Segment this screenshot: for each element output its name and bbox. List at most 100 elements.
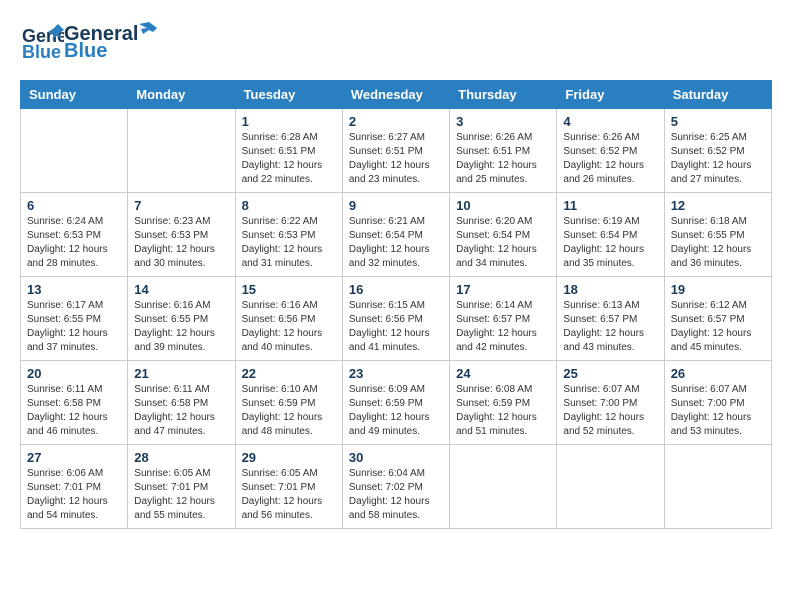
day-info: Sunrise: 6:10 AM Sunset: 6:59 PM Dayligh…	[242, 383, 336, 439]
day-info: Sunrise: 6:05 AM Sunset: 7:01 PM Dayligh…	[134, 467, 228, 523]
calendar-cell: 1 Sunrise: 6:28 AM Sunset: 6:51 PM Daylig…	[235, 109, 342, 193]
calendar-cell: 29 Sunrise: 6:05 AM Sunset: 7:01 PM Dayli…	[235, 445, 342, 529]
calendar-cell: 25 Sunrise: 6:07 AM Sunset: 7:00 PM Dayli…	[557, 361, 664, 445]
day-number: 23	[349, 366, 443, 381]
day-number: 3	[456, 114, 550, 129]
calendar-header: SundayMondayTuesdayWednesdayThursdayFrid…	[21, 81, 772, 109]
calendar-cell: 3 Sunrise: 6:26 AM Sunset: 6:51 PM Daylig…	[450, 109, 557, 193]
day-info: Sunrise: 6:06 AM Sunset: 7:01 PM Dayligh…	[27, 467, 121, 523]
day-info: Sunrise: 6:28 AM Sunset: 6:51 PM Dayligh…	[242, 131, 336, 187]
weekday-header-sunday: Sunday	[21, 81, 128, 109]
calendar-cell: 27 Sunrise: 6:06 AM Sunset: 7:01 PM Dayli…	[21, 445, 128, 529]
day-number: 18	[563, 282, 657, 297]
calendar-cell: 14 Sunrise: 6:16 AM Sunset: 6:55 PM Dayli…	[128, 277, 235, 361]
day-number: 1	[242, 114, 336, 129]
calendar-cell: 19 Sunrise: 6:12 AM Sunset: 6:57 PM Dayli…	[664, 277, 771, 361]
calendar-cell: 17 Sunrise: 6:14 AM Sunset: 6:57 PM Dayli…	[450, 277, 557, 361]
day-info: Sunrise: 6:25 AM Sunset: 6:52 PM Dayligh…	[671, 131, 765, 187]
day-number: 10	[456, 198, 550, 213]
weekday-header-friday: Friday	[557, 81, 664, 109]
day-number: 4	[563, 114, 657, 129]
day-number: 19	[671, 282, 765, 297]
calendar-cell: 20 Sunrise: 6:11 AM Sunset: 6:58 PM Dayli…	[21, 361, 128, 445]
logo: General Blue General Blue	[20, 20, 159, 64]
calendar-cell: 4Sunrise: 6:26 AM Sunset: 6:52 PM Daylig…	[557, 109, 664, 193]
day-number: 13	[27, 282, 121, 297]
day-number: 28	[134, 450, 228, 465]
day-number: 15	[242, 282, 336, 297]
day-number: 25	[563, 366, 657, 381]
day-info: Sunrise: 6:07 AM Sunset: 7:00 PM Dayligh…	[671, 383, 765, 439]
day-info: Sunrise: 6:16 AM Sunset: 6:56 PM Dayligh…	[242, 299, 336, 355]
day-info: Sunrise: 6:11 AM Sunset: 6:58 PM Dayligh…	[134, 383, 228, 439]
day-number: 9	[349, 198, 443, 213]
day-info: Sunrise: 6:21 AM Sunset: 6:54 PM Dayligh…	[349, 215, 443, 271]
day-number: 20	[27, 366, 121, 381]
weekday-header-wednesday: Wednesday	[342, 81, 449, 109]
calendar-cell: 5 Sunrise: 6:25 AM Sunset: 6:52 PM Daylig…	[664, 109, 771, 193]
calendar-cell: 23 Sunrise: 6:09 AM Sunset: 6:59 PM Dayli…	[342, 361, 449, 445]
calendar-cell: 22 Sunrise: 6:10 AM Sunset: 6:59 PM Dayli…	[235, 361, 342, 445]
calendar-cell	[21, 109, 128, 193]
day-info: Sunrise: 6:07 AM Sunset: 7:00 PM Dayligh…	[563, 383, 657, 439]
logo-text-blue: Blue	[64, 40, 159, 63]
calendar-week-1: 6 Sunrise: 6:24 AM Sunset: 6:53 PM Daylig…	[21, 193, 772, 277]
calendar-cell: 21 Sunrise: 6:11 AM Sunset: 6:58 PM Dayli…	[128, 361, 235, 445]
day-info: Sunrise: 6:26 AM Sunset: 6:51 PM Dayligh…	[456, 131, 550, 187]
weekday-header-thursday: Thursday	[450, 81, 557, 109]
day-info: Sunrise: 6:13 AM Sunset: 6:57 PM Dayligh…	[563, 299, 657, 355]
day-number: 6	[27, 198, 121, 213]
day-number: 26	[671, 366, 765, 381]
calendar-cell: 18 Sunrise: 6:13 AM Sunset: 6:57 PM Dayli…	[557, 277, 664, 361]
calendar-cell: 6 Sunrise: 6:24 AM Sunset: 6:53 PM Daylig…	[21, 193, 128, 277]
day-number: 24	[456, 366, 550, 381]
day-number: 22	[242, 366, 336, 381]
day-info: Sunrise: 6:04 AM Sunset: 7:02 PM Dayligh…	[349, 467, 443, 523]
day-number: 8	[242, 198, 336, 213]
calendar-week-4: 27 Sunrise: 6:06 AM Sunset: 7:01 PM Dayli…	[21, 445, 772, 529]
day-info: Sunrise: 6:14 AM Sunset: 6:57 PM Dayligh…	[456, 299, 550, 355]
calendar-cell: 11Sunrise: 6:19 AM Sunset: 6:54 PM Dayli…	[557, 193, 664, 277]
calendar-week-3: 20 Sunrise: 6:11 AM Sunset: 6:58 PM Dayli…	[21, 361, 772, 445]
day-info: Sunrise: 6:24 AM Sunset: 6:53 PM Dayligh…	[27, 215, 121, 271]
day-number: 30	[349, 450, 443, 465]
calendar-cell: 7 Sunrise: 6:23 AM Sunset: 6:53 PM Daylig…	[128, 193, 235, 277]
calendar-cell	[664, 445, 771, 529]
day-info: Sunrise: 6:15 AM Sunset: 6:56 PM Dayligh…	[349, 299, 443, 355]
calendar-cell: 30 Sunrise: 6:04 AM Sunset: 7:02 PM Dayli…	[342, 445, 449, 529]
logo-bird-icon	[139, 22, 159, 40]
weekday-header-row: SundayMondayTuesdayWednesdayThursdayFrid…	[21, 81, 772, 109]
calendar-body: 1 Sunrise: 6:28 AM Sunset: 6:51 PM Daylig…	[21, 109, 772, 529]
day-number: 14	[134, 282, 228, 297]
day-number: 17	[456, 282, 550, 297]
calendar-cell: 8Sunrise: 6:22 AM Sunset: 6:53 PM Daylig…	[235, 193, 342, 277]
calendar-cell: 28 Sunrise: 6:05 AM Sunset: 7:01 PM Dayli…	[128, 445, 235, 529]
day-info: Sunrise: 6:05 AM Sunset: 7:01 PM Dayligh…	[242, 467, 336, 523]
day-number: 27	[27, 450, 121, 465]
day-number: 29	[242, 450, 336, 465]
calendar-table: SundayMondayTuesdayWednesdayThursdayFrid…	[20, 80, 772, 529]
day-info: Sunrise: 6:11 AM Sunset: 6:58 PM Dayligh…	[27, 383, 121, 439]
calendar-cell	[557, 445, 664, 529]
day-number: 5	[671, 114, 765, 129]
day-info: Sunrise: 6:09 AM Sunset: 6:59 PM Dayligh…	[349, 383, 443, 439]
calendar-cell: 12Sunrise: 6:18 AM Sunset: 6:55 PM Dayli…	[664, 193, 771, 277]
day-number: 7	[134, 198, 228, 213]
day-number: 21	[134, 366, 228, 381]
calendar-cell: 15 Sunrise: 6:16 AM Sunset: 6:56 PM Dayli…	[235, 277, 342, 361]
day-number: 11	[563, 198, 657, 213]
logo-icon: General Blue	[20, 20, 64, 64]
day-info: Sunrise: 6:23 AM Sunset: 6:53 PM Dayligh…	[134, 215, 228, 271]
calendar-cell: 2Sunrise: 6:27 AM Sunset: 6:51 PM Daylig…	[342, 109, 449, 193]
calendar-week-0: 1 Sunrise: 6:28 AM Sunset: 6:51 PM Daylig…	[21, 109, 772, 193]
svg-text:Blue: Blue	[22, 42, 61, 62]
day-info: Sunrise: 6:16 AM Sunset: 6:55 PM Dayligh…	[134, 299, 228, 355]
day-number: 2	[349, 114, 443, 129]
calendar-cell: 13Sunrise: 6:17 AM Sunset: 6:55 PM Dayli…	[21, 277, 128, 361]
weekday-header-tuesday: Tuesday	[235, 81, 342, 109]
day-number: 12	[671, 198, 765, 213]
weekday-header-monday: Monday	[128, 81, 235, 109]
day-info: Sunrise: 6:12 AM Sunset: 6:57 PM Dayligh…	[671, 299, 765, 355]
weekday-header-saturday: Saturday	[664, 81, 771, 109]
calendar-cell	[128, 109, 235, 193]
